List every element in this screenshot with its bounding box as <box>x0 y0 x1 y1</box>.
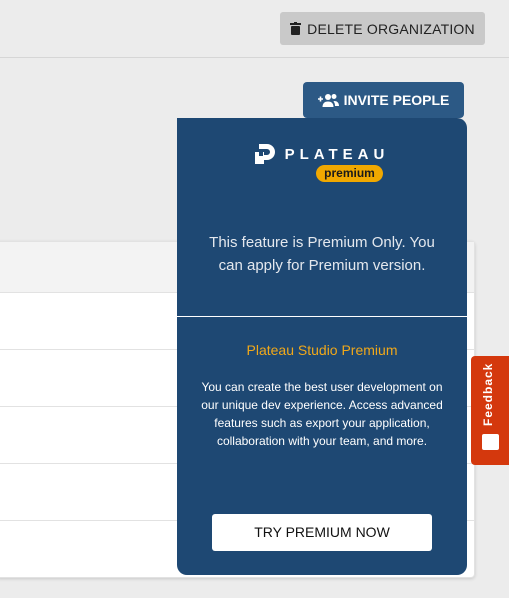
premium-badge: premium <box>316 165 383 182</box>
invite-people-button[interactable]: INVITE PEOPLE <box>303 82 464 118</box>
logo-text: PLATEAU <box>284 145 390 163</box>
delete-organization-label: DELETE ORGANIZATION <box>307 20 475 37</box>
feedback-label: Feedback <box>481 362 495 426</box>
add-group-icon <box>317 94 339 107</box>
plateau-logo-icon <box>254 144 275 164</box>
premium-popover: PLATEAU premium This feature is Premium … <box>177 118 467 575</box>
delete-organization-button[interactable]: DELETE ORGANIZATION <box>280 12 485 45</box>
premium-title: Plateau Studio Premium <box>246 342 398 358</box>
premium-message: This feature is Premium Only. You can ap… <box>209 234 435 274</box>
premium-description: You can create the best user development… <box>201 380 443 448</box>
invite-people-label: INVITE PEOPLE <box>343 92 450 108</box>
panel-divider <box>177 316 467 317</box>
feedback-tab[interactable]: Feedback <box>471 356 509 465</box>
feedback-face-icon <box>482 434 499 450</box>
header-divider <box>0 57 509 58</box>
try-premium-button[interactable]: TRY PREMIUM NOW <box>212 514 432 551</box>
plateau-logo: PLATEAU <box>177 144 467 164</box>
trash-icon <box>290 22 302 35</box>
